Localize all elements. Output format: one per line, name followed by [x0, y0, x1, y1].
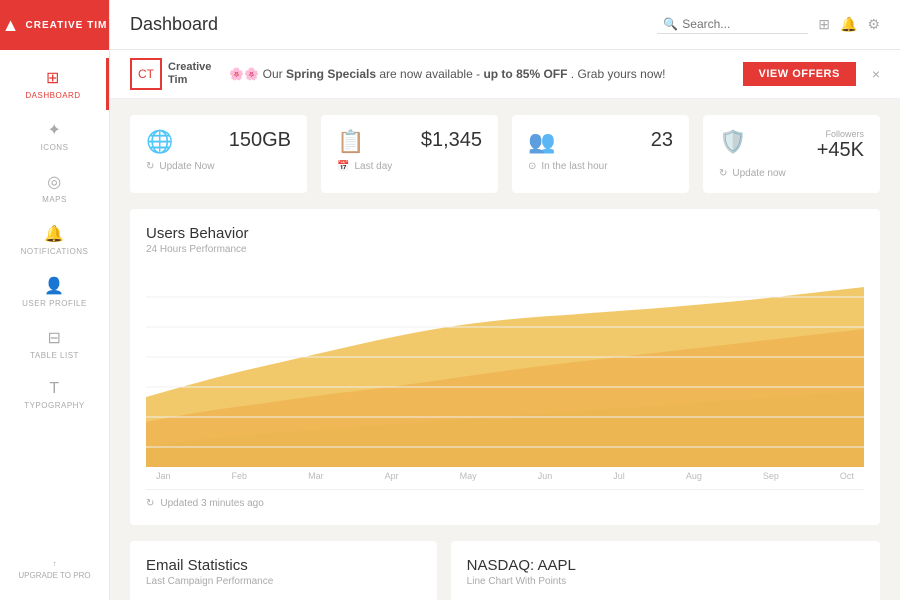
search-container: 🔍	[657, 15, 808, 34]
sidebar-item-notifications[interactable]: 🔔 NOTIFICATIONS	[0, 214, 109, 266]
area-chart	[146, 267, 864, 467]
followers-label: Followers	[817, 129, 864, 139]
sidebar-item-dashboard[interactable]: ⊞ DASHBOARD	[0, 58, 109, 110]
storage-icon: 🌐	[146, 129, 173, 155]
logo-icon: ▲	[2, 15, 20, 36]
revenue-icon: 📋	[337, 129, 364, 155]
upgrade-label: UPGRADE TO PRO	[18, 571, 90, 580]
revenue-value: $1,345	[421, 129, 482, 152]
stats-row: 🌐 150GB ↻ Update Now 📋 $1,345 📅 Last day	[130, 115, 880, 193]
followers-icon: 🛡️	[719, 129, 746, 155]
sidebar-label-dashboard: DASHBOARD	[25, 91, 80, 100]
banner-logo-text: Creative Tim	[168, 61, 211, 87]
chart-updated-text: Updated 3 minutes ago	[160, 498, 263, 509]
banner-pre-text: Our	[263, 67, 286, 81]
sidebar-item-typography[interactable]: T TYPOGRAPHY	[0, 370, 109, 420]
sidebar-logo-text: CREATIVE TIM	[26, 20, 108, 31]
notifications-icon: 🔔	[44, 224, 64, 244]
stat-card-revenue: 📋 $1,345 📅 Last day	[321, 115, 498, 193]
user-profile-icon: 👤	[44, 276, 64, 296]
sidebar-item-maps[interactable]: ◎ MAPS	[0, 162, 109, 214]
errors-update-icon: ⊙	[528, 161, 536, 172]
sidebar-label-notifications: NOTIFICATIONS	[21, 247, 89, 256]
errors-icon: 👥	[528, 129, 555, 155]
header: Dashboard 🔍 ⊞ 🔔 ⚙	[110, 0, 900, 50]
storage-value: 150GB	[229, 129, 291, 152]
stat-card-errors: 👥 23 ⊙ In the last hour	[512, 115, 689, 193]
sidebar-logo[interactable]: ▲ CREATIVE TIM	[0, 0, 109, 50]
banner-emoji: 🌸🌸	[229, 67, 259, 81]
banner-logo-box: CT	[130, 58, 162, 90]
banner-logo: CT Creative Tim	[130, 58, 211, 90]
revenue-update-icon: 📅	[337, 161, 349, 172]
content-area: 🌐 150GB ↻ Update Now 📋 $1,345 📅 Last day	[110, 99, 900, 600]
typography-icon: T	[49, 380, 59, 398]
refresh-icon: ↻	[146, 498, 154, 509]
chart-footer: ↻ Updated 3 minutes ago	[146, 489, 864, 509]
search-input[interactable]	[682, 17, 802, 31]
upgrade-icon: ↑	[52, 559, 56, 568]
bottom-row: Email Statistics Last Campaign Performan…	[130, 541, 880, 600]
followers-value: +45K	[817, 139, 864, 161]
main-content: Dashboard 🔍 ⊞ 🔔 ⚙ CT Creative Tim 🌸🌸 Our…	[110, 0, 900, 600]
storage-update-icon: ↻	[146, 161, 154, 172]
users-behavior-chart: Users Behavior 24 Hours Performance	[130, 209, 880, 525]
dashboard-icon: ⊞	[46, 68, 60, 88]
chart-subtitle: 24 Hours Performance	[146, 244, 864, 255]
maps-icon: ◎	[47, 172, 61, 192]
nasdaq-card: NASDAQ: AAPL Line Chart With Points	[451, 541, 880, 600]
sidebar-label-typography: TYPOGRAPHY	[24, 401, 85, 410]
email-stats-card: Email Statistics Last Campaign Performan…	[130, 541, 437, 600]
banner-text: 🌸🌸 Our Spring Specials are now available…	[229, 67, 724, 81]
errors-value: 23	[651, 129, 673, 152]
banner-end-text: . Grab yours now!	[571, 67, 666, 81]
errors-update-text: In the last hour	[541, 161, 607, 172]
followers-update-text: Update now	[732, 168, 785, 179]
storage-update-text: Update Now	[159, 161, 214, 172]
chart-title: Users Behavior	[146, 225, 864, 242]
sidebar-item-icons[interactable]: ✦ ICONS	[0, 110, 109, 162]
promo-banner: CT Creative Tim 🌸🌸 Our Spring Specials a…	[110, 50, 900, 99]
sidebar-label-icons: ICONS	[41, 143, 69, 152]
revenue-update-text: Last day	[354, 161, 392, 172]
grid-icon-button[interactable]: ⊞	[818, 16, 830, 33]
header-actions: ⊞ 🔔 ⚙	[818, 16, 880, 33]
settings-header-button[interactable]: ⚙	[867, 16, 880, 33]
area-chart-svg	[146, 267, 864, 467]
banner-close-button[interactable]: ×	[872, 66, 880, 82]
table-list-icon: ⊟	[48, 328, 62, 348]
sidebar-item-user-profile[interactable]: 👤 USER PROFILE	[0, 266, 109, 318]
banner-post-text: are now available -	[379, 67, 483, 81]
email-stats-title: Email Statistics	[146, 557, 421, 574]
view-offers-button[interactable]: VIEW OFFERS	[743, 62, 856, 86]
search-icon: 🔍	[663, 17, 678, 31]
page-title: Dashboard	[130, 14, 657, 35]
sidebar-item-table-list[interactable]: ⊟ TABLE LIST	[0, 318, 109, 370]
sidebar-label-user-profile: USER PROFILE	[22, 299, 87, 308]
sidebar-label-table-list: TABLE LIST	[30, 351, 79, 360]
email-stats-subtitle: Last Campaign Performance	[146, 576, 421, 587]
icons-icon: ✦	[48, 120, 62, 140]
sidebar: ▲ CREATIVE TIM ⊞ DASHBOARD ✦ ICONS ◎ MAP…	[0, 0, 110, 600]
nasdaq-subtitle: Line Chart With Points	[467, 576, 864, 587]
banner-highlight: Spring Specials	[286, 67, 376, 81]
sidebar-upgrade-button[interactable]: ↑ UPGRADE TO PRO	[8, 549, 100, 590]
banner-bold-text: up to 85% OFF	[483, 67, 567, 81]
sidebar-nav: ⊞ DASHBOARD ✦ ICONS ◎ MAPS 🔔 NOTIFICATIO…	[0, 50, 109, 549]
sidebar-label-maps: MAPS	[42, 195, 67, 204]
chart-x-labels: JanFebMar AprMayJun JulAugSep Oct	[146, 471, 864, 481]
notifications-header-button[interactable]: 🔔	[840, 16, 857, 33]
followers-update-icon: ↻	[719, 168, 727, 179]
stat-card-followers: 🛡️ Followers +45K ↻ Update now	[703, 115, 880, 193]
nasdaq-title: NASDAQ: AAPL	[467, 557, 864, 574]
stat-card-storage: 🌐 150GB ↻ Update Now	[130, 115, 307, 193]
